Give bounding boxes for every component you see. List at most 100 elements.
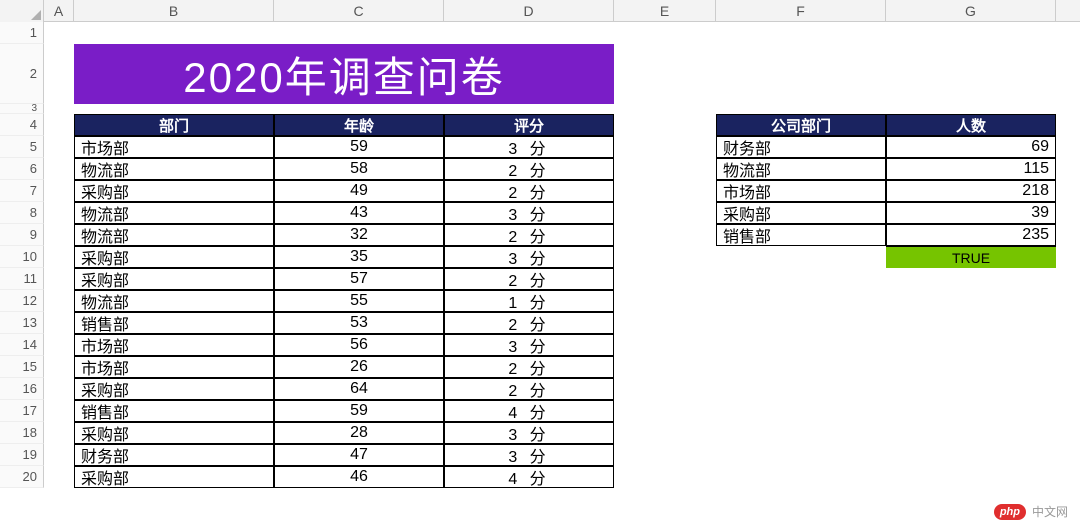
cell[interactable] [44, 290, 74, 312]
main-score-cell[interactable]: 2 分 [444, 224, 614, 246]
main-score-cell[interactable]: 2 分 [444, 378, 614, 400]
main-age-cell[interactable]: 64 [274, 378, 444, 400]
cell[interactable] [886, 444, 1056, 466]
cell[interactable] [614, 312, 716, 334]
survey-title[interactable]: 2020年调查问卷 [74, 44, 614, 104]
main-score-cell[interactable]: 3 分 [444, 422, 614, 444]
cell[interactable] [716, 334, 886, 356]
cell[interactable] [614, 378, 716, 400]
main-dept-cell[interactable]: 采购部 [74, 246, 274, 268]
main-age-cell[interactable]: 46 [274, 466, 444, 488]
cell[interactable] [44, 104, 74, 114]
main-score-cell[interactable]: 2 分 [444, 312, 614, 334]
row-header[interactable]: 12 [0, 290, 44, 312]
row-header[interactable]: 14 [0, 334, 44, 356]
cell[interactable] [716, 268, 886, 290]
row-header[interactable]: 3 [0, 104, 44, 114]
main-age-cell[interactable]: 59 [274, 400, 444, 422]
cell[interactable] [886, 422, 1056, 444]
col-header-B[interactable]: B [74, 0, 274, 22]
main-dept-cell[interactable]: 销售部 [74, 400, 274, 422]
cell[interactable] [614, 202, 716, 224]
row-header[interactable]: 5 [0, 136, 44, 158]
cell[interactable] [614, 334, 716, 356]
row-header[interactable]: 15 [0, 356, 44, 378]
cell[interactable] [274, 104, 444, 114]
cell[interactable] [614, 246, 716, 268]
main-dept-cell[interactable]: 市场部 [74, 356, 274, 378]
cell[interactable] [44, 180, 74, 202]
row-header[interactable]: 9 [0, 224, 44, 246]
col-header-A[interactable]: A [44, 0, 74, 22]
cell[interactable] [44, 400, 74, 422]
main-dept-cell[interactable]: 物流部 [74, 158, 274, 180]
main-dept-cell[interactable]: 物流部 [74, 290, 274, 312]
main-age-cell[interactable]: 32 [274, 224, 444, 246]
side-count-cell[interactable]: 235 [886, 224, 1056, 246]
main-dept-cell[interactable]: 采购部 [74, 268, 274, 290]
main-score-cell[interactable]: 3 分 [444, 334, 614, 356]
main-dept-cell[interactable]: 市场部 [74, 334, 274, 356]
main-score-cell[interactable]: 1 分 [444, 290, 614, 312]
cell[interactable] [44, 356, 74, 378]
main-header-score[interactable]: 评分 [444, 114, 614, 136]
cell[interactable] [614, 356, 716, 378]
cell[interactable] [44, 114, 74, 136]
cell[interactable] [44, 246, 74, 268]
cell[interactable] [74, 22, 274, 44]
row-header[interactable]: 4 [0, 114, 44, 136]
cell[interactable] [614, 136, 716, 158]
main-dept-cell[interactable]: 采购部 [74, 422, 274, 444]
main-dept-cell[interactable]: 采购部 [74, 180, 274, 202]
cell[interactable] [614, 268, 716, 290]
main-dept-cell[interactable]: 采购部 [74, 378, 274, 400]
main-score-cell[interactable]: 3 分 [444, 246, 614, 268]
cell[interactable] [886, 104, 1056, 114]
row-header[interactable]: 1 [0, 22, 44, 44]
cell[interactable] [44, 444, 74, 466]
main-score-cell[interactable]: 2 分 [444, 268, 614, 290]
cell[interactable] [444, 22, 614, 44]
cell[interactable] [614, 114, 716, 136]
col-header-E[interactable]: E [614, 0, 716, 22]
col-header-C[interactable]: C [274, 0, 444, 22]
cell[interactable] [886, 312, 1056, 334]
cell[interactable] [614, 22, 716, 44]
side-count-cell[interactable]: 115 [886, 158, 1056, 180]
side-dept-cell[interactable]: 财务部 [716, 136, 886, 158]
main-age-cell[interactable]: 28 [274, 422, 444, 444]
row-header[interactable]: 16 [0, 378, 44, 400]
cell[interactable] [886, 268, 1056, 290]
main-score-cell[interactable]: 2 分 [444, 180, 614, 202]
main-age-cell[interactable]: 43 [274, 202, 444, 224]
cell[interactable] [716, 356, 886, 378]
cell[interactable] [44, 378, 74, 400]
main-score-cell[interactable]: 3 分 [444, 444, 614, 466]
cell[interactable] [886, 22, 1056, 44]
col-header-D[interactable]: D [444, 0, 614, 22]
cell[interactable] [716, 444, 886, 466]
main-score-cell[interactable]: 3 分 [444, 136, 614, 158]
row-header[interactable]: 8 [0, 202, 44, 224]
main-age-cell[interactable]: 58 [274, 158, 444, 180]
main-score-cell[interactable]: 4 分 [444, 466, 614, 488]
row-header[interactable]: 11 [0, 268, 44, 290]
main-score-cell[interactable]: 4 分 [444, 400, 614, 422]
row-header[interactable]: 20 [0, 466, 44, 488]
side-dept-cell[interactable]: 销售部 [716, 224, 886, 246]
cell[interactable] [716, 44, 886, 104]
side-dept-cell[interactable]: 采购部 [716, 202, 886, 224]
cell[interactable] [44, 202, 74, 224]
cell[interactable] [614, 422, 716, 444]
row-header[interactable]: 19 [0, 444, 44, 466]
main-age-cell[interactable]: 57 [274, 268, 444, 290]
side-header-dept[interactable]: 公司部门 [716, 114, 886, 136]
cell[interactable] [444, 104, 614, 114]
row-header[interactable]: 10 [0, 246, 44, 268]
cell[interactable] [716, 378, 886, 400]
main-age-cell[interactable]: 35 [274, 246, 444, 268]
cell[interactable] [716, 422, 886, 444]
col-header-G[interactable]: G [886, 0, 1056, 22]
select-all-triangle[interactable] [0, 0, 44, 22]
cell[interactable] [614, 44, 716, 104]
